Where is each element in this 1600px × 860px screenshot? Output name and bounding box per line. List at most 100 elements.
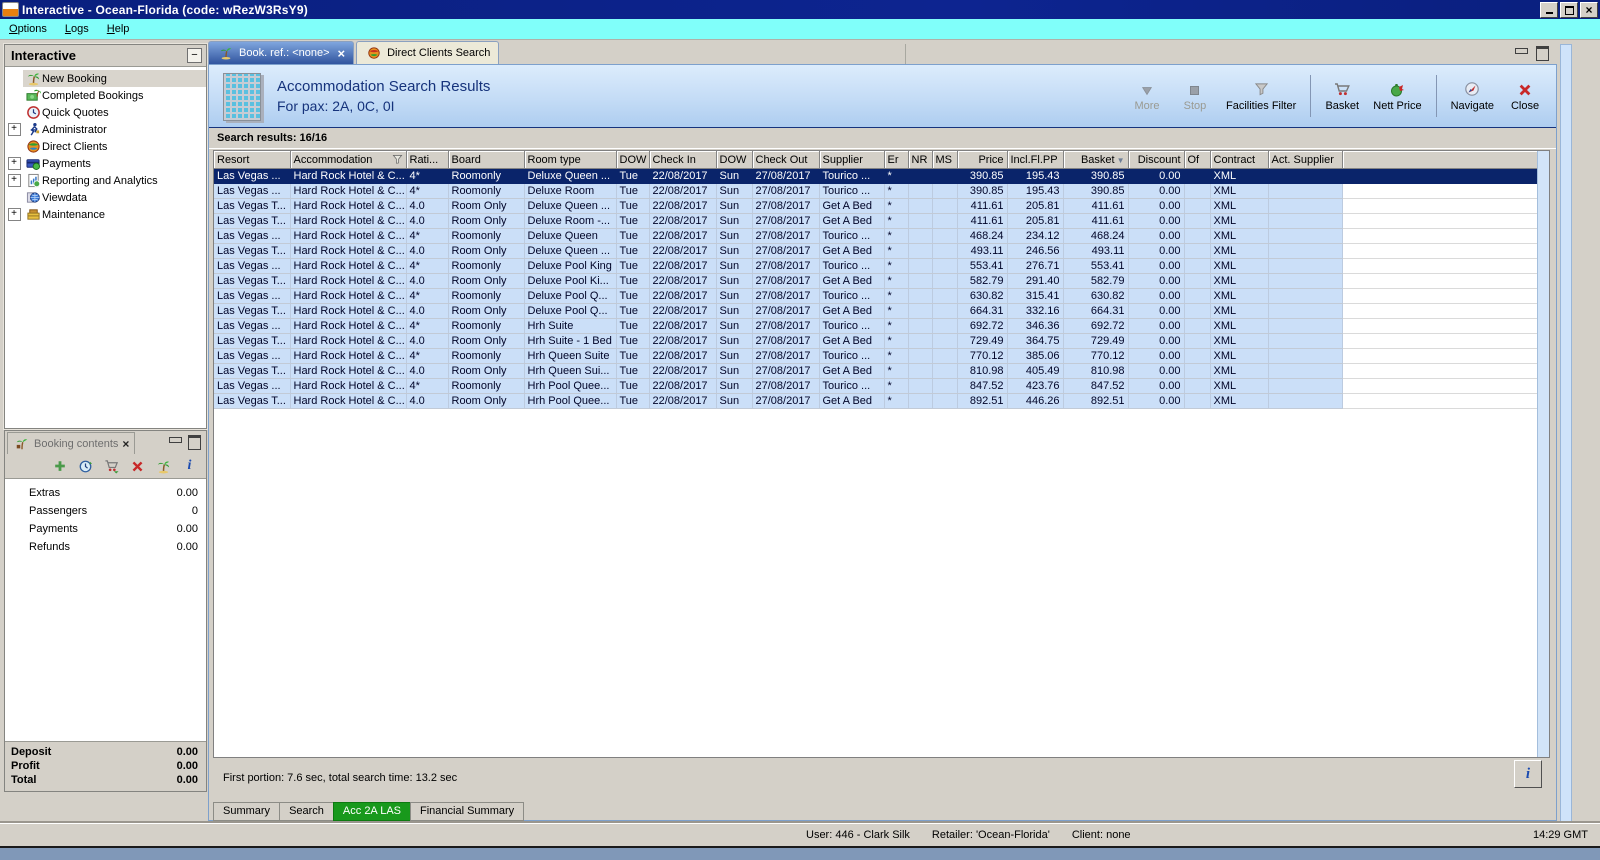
stop-button[interactable]: Stop: [1178, 80, 1212, 112]
sidebar-item-new-booking[interactable]: New Booking: [5, 70, 206, 87]
tab-acc-2a-las[interactable]: Acc 2A LAS: [332, 802, 412, 821]
sidebar-item-viewdata[interactable]: Viewdata: [5, 189, 206, 206]
col-check-out[interactable]: Check Out: [752, 151, 820, 169]
col-er[interactable]: Er: [884, 151, 909, 169]
result-row[interactable]: Las Vegas ... Hard Rock Hotel & C... 4* Roo…: [214, 228, 1549, 244]
titlebar[interactable]: Interactive - Ocean-Florida (code: wRezW…: [0, 0, 1600, 19]
nett-price-button[interactable]: Nett Price: [1373, 80, 1422, 112]
app-scrollbar[interactable]: [1560, 44, 1572, 847]
sidebar-item-quick-quotes[interactable]: Quick Quotes: [5, 104, 206, 121]
restore-button[interactable]: [1560, 1, 1578, 18]
tab-summary[interactable]: Summary: [213, 802, 281, 821]
palm-icon: [25, 71, 42, 86]
result-row[interactable]: Las Vegas ... Hard Rock Hotel & C... 4* Roo…: [214, 258, 1549, 274]
menu-options[interactable]: Options: [0, 21, 56, 37]
result-row[interactable]: Las Vegas ... Hard Rock Hotel & C... 4* Roo…: [214, 318, 1549, 334]
col-ms[interactable]: MS: [932, 151, 958, 169]
tab-search[interactable]: Search: [279, 802, 334, 821]
add-button[interactable]: [51, 458, 68, 475]
col-check-in[interactable]: Check In: [649, 151, 717, 169]
expand-icon[interactable]: +: [7, 157, 21, 170]
maximize-view-icon[interactable]: [1536, 46, 1549, 61]
requote-clock-button[interactable]: [77, 458, 94, 475]
col-contract[interactable]: Contract: [1210, 151, 1269, 169]
col-dow-in[interactable]: DOW: [616, 151, 650, 169]
col-board[interactable]: Board: [448, 151, 525, 169]
result-row[interactable]: Las Vegas T... Hard Rock Hotel & C... 4.0 R…: [214, 243, 1549, 259]
col-basket[interactable]: Basket ▼: [1063, 151, 1129, 169]
close-tab-icon[interactable]: ×: [338, 46, 346, 61]
col-dow-out[interactable]: DOW: [716, 151, 753, 169]
expand-icon[interactable]: +: [7, 174, 21, 187]
result-row[interactable]: Las Vegas ... Hard Rock Hotel & C... 4* Roo…: [214, 168, 1549, 184]
tab-booking-ref[interactable]: Book. ref.: <none> ×: [208, 41, 355, 64]
list-item[interactable]: Refunds 0.00: [5, 538, 206, 556]
col-rating[interactable]: Rati...: [406, 151, 449, 169]
sidebar-item-administrator[interactable]: + Administrator: [5, 121, 206, 138]
pax-subtitle: For pax: 2A, 0C, 0I: [277, 98, 395, 114]
booking-contents-tab[interactable]: Booking contents ×: [7, 432, 136, 454]
collapse-sidebar-button[interactable]: −: [187, 48, 202, 63]
expand-icon[interactable]: +: [7, 123, 21, 136]
col-accommodation[interactable]: Accommodation: [290, 151, 407, 169]
minimize-panel-icon[interactable]: [169, 437, 182, 443]
results-table-container: Resort Accommodation Rati... Board Room …: [213, 150, 1550, 758]
table-scrollbar[interactable]: [1537, 151, 1549, 757]
accommodation-results-view: Accommodation Search Results For pax: 2A…: [208, 64, 1557, 821]
tab-label: Book. ref.: <none>: [239, 47, 330, 59]
more-button[interactable]: More: [1130, 80, 1164, 112]
close-window-button[interactable]: ×: [1580, 1, 1598, 18]
list-item[interactable]: Payments 0.00: [5, 520, 206, 538]
result-row[interactable]: Las Vegas T... Hard Rock Hotel & C... 4.0 R…: [214, 213, 1549, 229]
sidebar-item-direct-clients[interactable]: Direct Clients: [5, 138, 206, 155]
col-room-type[interactable]: Room type: [524, 151, 617, 169]
result-row[interactable]: Las Vegas T... Hard Rock Hotel & C... 4.0 R…: [214, 393, 1549, 409]
minimize-view-icon[interactable]: [1515, 48, 1528, 54]
menu-help[interactable]: Help: [98, 21, 139, 37]
tab-financial-summary[interactable]: Financial Summary: [410, 802, 525, 821]
booking-contents-panel: Booking contents × i Extras 0.00 Passenge…: [4, 430, 207, 792]
minimize-button[interactable]: [1540, 1, 1558, 18]
result-row[interactable]: Las Vegas T... Hard Rock Hotel & C... 4.0 R…: [214, 333, 1549, 349]
list-item[interactable]: Passengers 0: [5, 502, 206, 520]
delete-button[interactable]: [129, 458, 146, 475]
sidebar-item-maintenance[interactable]: + Maintenance: [5, 206, 206, 223]
result-row[interactable]: Las Vegas T... Hard Rock Hotel & C... 4.0 R…: [214, 198, 1549, 214]
filter-funnel-icon[interactable]: [392, 154, 403, 165]
result-row[interactable]: Las Vegas T... Hard Rock Hotel & C... 4.0 R…: [214, 363, 1549, 379]
info-button-small[interactable]: i: [181, 458, 198, 475]
col-incl-fl-pp[interactable]: Incl.Fl.PP: [1007, 151, 1064, 169]
results-rows: Las Vegas ... Hard Rock Hotel & C... 4* Roo…: [214, 168, 1549, 409]
col-price[interactable]: Price: [957, 151, 1008, 169]
col-discount[interactable]: Discount: [1128, 151, 1185, 169]
sidebar-item-completed-bookings[interactable]: Completed Bookings: [5, 87, 206, 104]
list-item[interactable]: Extras 0.00: [5, 484, 206, 502]
sidebar-item-reporting-analytics[interactable]: + Reporting and Analytics: [5, 172, 206, 189]
close-booking-tab-icon[interactable]: ×: [122, 437, 129, 451]
result-row[interactable]: Las Vegas T... Hard Rock Hotel & C... 4.0 R…: [214, 273, 1549, 289]
navigate-button[interactable]: Navigate: [1451, 80, 1494, 112]
tab-direct-clients-search[interactable]: Direct Clients Search: [356, 41, 500, 64]
holiday-palm-button[interactable]: [155, 458, 172, 475]
col-of[interactable]: Of: [1184, 151, 1211, 169]
sort-desc-icon[interactable]: ▼: [1117, 156, 1125, 165]
expand-icon[interactable]: +: [7, 208, 21, 221]
result-row[interactable]: Las Vegas ... Hard Rock Hotel & C... 4* Roo…: [214, 183, 1549, 199]
more-icon: [1140, 80, 1154, 97]
info-button[interactable]: i: [1514, 760, 1542, 788]
col-supplier[interactable]: Supplier: [819, 151, 885, 169]
move-to-basket-button[interactable]: [103, 458, 120, 475]
col-act-supplier[interactable]: Act. Supplier: [1268, 151, 1343, 169]
result-row[interactable]: Las Vegas ... Hard Rock Hotel & C... 4* Roo…: [214, 378, 1549, 394]
result-row[interactable]: Las Vegas ... Hard Rock Hotel & C... 4* Roo…: [214, 348, 1549, 364]
maximize-panel-icon[interactable]: [188, 435, 201, 450]
sidebar-item-payments[interactable]: + Payments: [5, 155, 206, 172]
facilities-filter-button[interactable]: Facilities Filter: [1226, 80, 1296, 112]
result-row[interactable]: Las Vegas T... Hard Rock Hotel & C... 4.0 R…: [214, 303, 1549, 319]
col-nr[interactable]: NR: [908, 151, 933, 169]
close-results-button[interactable]: Close: [1508, 80, 1542, 112]
col-resort[interactable]: Resort: [214, 151, 291, 169]
basket-button[interactable]: Basket: [1325, 80, 1359, 112]
menu-logs[interactable]: Logs: [56, 21, 98, 37]
result-row[interactable]: Las Vegas ... Hard Rock Hotel & C... 4* Roo…: [214, 288, 1549, 304]
